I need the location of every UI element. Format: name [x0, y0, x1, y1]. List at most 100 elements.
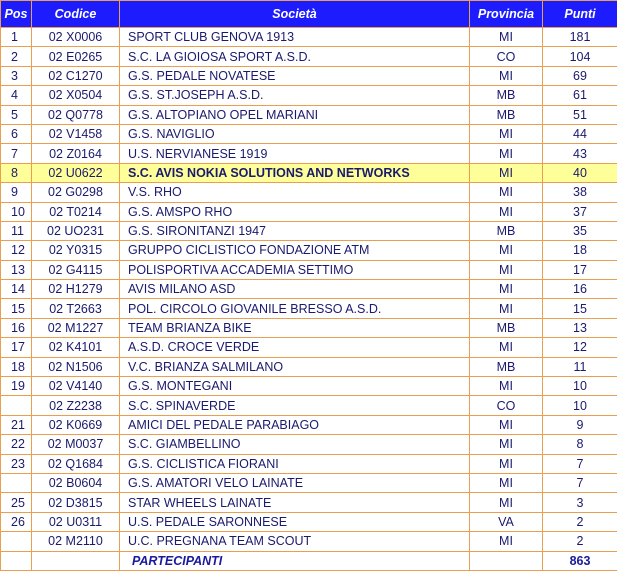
cell-provincia: MI — [469, 376, 543, 397]
cell-pos: 2 — [0, 46, 32, 67]
total-row: PARTECIPANTI 863 — [0, 550, 617, 571]
table-row: 02 Z2238 S.C. SPINAVERDE CO 10 — [0, 395, 617, 416]
cell-provincia: MI — [469, 182, 543, 203]
cell-punti: 10 — [542, 395, 617, 416]
cell-pos: 12 — [0, 240, 32, 261]
cell-punti: 51 — [542, 104, 617, 125]
total-spacer — [469, 550, 543, 571]
cell-pos: 18 — [0, 356, 32, 378]
cell-codice: 02 V4140 — [31, 376, 120, 397]
cell-punti: 38 — [542, 182, 617, 203]
total-value: 863 — [542, 550, 617, 571]
table-row: 26 02 U0311 U.S. PEDALE SARONNESE VA 2 — [0, 511, 617, 533]
cell-codice: 02 T0214 — [31, 201, 120, 222]
cell-punti: 11 — [542, 356, 617, 378]
cell-provincia: VA — [469, 511, 543, 533]
cell-pos: 8 — [0, 162, 32, 184]
cell-societa: S.C. SPINAVERDE — [119, 395, 470, 416]
cell-punti: 37 — [542, 201, 617, 222]
cell-codice: 02 Z0164 — [31, 143, 120, 164]
cell-societa: U.C. PREGNANA TEAM SCOUT — [119, 531, 470, 552]
cell-societa: G.S. AMSPO RHO — [119, 201, 470, 222]
cell-societa: G.S. ALTOPIANO OPEL MARIANI — [119, 104, 470, 125]
cell-provincia: MI — [469, 492, 543, 513]
cell-codice: 02 K4101 — [31, 337, 120, 358]
header-row: Pos Codice Società Provincia Punti — [0, 0, 617, 28]
table-row: 13 02 G4115 POLISPORTIVA ACCADEMIA SETTIMO… — [0, 259, 617, 281]
cell-societa: V.S. RHO — [119, 182, 470, 203]
cell-societa: G.S. ST.JOSEPH A.S.D. — [119, 85, 470, 106]
cell-pos: 22 — [0, 434, 32, 455]
table-header: Pos Codice Società Provincia Punti — [0, 0, 617, 28]
table-row: 8 02 U0622 S.C. AVIS NOKIA SOLUTIONS AND N… — [0, 162, 617, 184]
total-spacer — [31, 550, 120, 571]
header-provincia: Provincia — [469, 0, 543, 28]
table-row: 19 02 V4140 G.S. MONTEGANI MI 10 — [0, 376, 617, 397]
cell-societa: U.S. PEDALE SARONNESE — [119, 511, 470, 533]
cell-punti: 7 — [542, 472, 617, 494]
cell-codice: 02 N1506 — [31, 356, 120, 378]
cell-pos: 3 — [0, 65, 32, 87]
cell-pos: 14 — [0, 279, 32, 300]
cell-pos: 26 — [0, 511, 32, 533]
header-codice: Codice — [31, 0, 120, 28]
cell-punti: 9 — [542, 414, 617, 436]
cell-pos: 13 — [0, 259, 32, 281]
cell-codice: 02 V1458 — [31, 123, 120, 145]
ranking-table: Pos Codice Società Provincia Punti 1 02 X… — [0, 0, 617, 571]
table-row: 17 02 K4101 A.S.D. CROCE VERDE MI 12 — [0, 337, 617, 358]
cell-societa: G.S. NAVIGLIO — [119, 123, 470, 145]
cell-punti: 43 — [542, 143, 617, 164]
cell-societa: G.S. CICLISTICA FIORANI — [119, 453, 470, 474]
cell-pos: 15 — [0, 298, 32, 319]
cell-societa: AMICI DEL PEDALE PARABIAGO — [119, 414, 470, 436]
cell-provincia: MI — [469, 453, 543, 474]
cell-societa: S.C. LA GIOIOSA SPORT A.S.D. — [119, 46, 470, 67]
cell-societa: G.S. AMATORI VELO LAINATE — [119, 472, 470, 494]
table-row: 6 02 V1458 G.S. NAVIGLIO MI 44 — [0, 123, 617, 145]
cell-punti: 12 — [542, 337, 617, 358]
cell-provincia: CO — [469, 395, 543, 416]
table-row: 18 02 N1506 V.C. BRIANZA SALMILANO MB 11 — [0, 356, 617, 378]
cell-pos: 1 — [0, 26, 32, 48]
cell-codice: 02 Q1684 — [31, 453, 120, 474]
cell-societa: V.C. BRIANZA SALMILANO — [119, 356, 470, 378]
cell-codice: 02 G4115 — [31, 259, 120, 281]
cell-codice: 02 M2110 — [31, 531, 120, 552]
cell-punti: 17 — [542, 259, 617, 281]
cell-codice: 02 H1279 — [31, 279, 120, 300]
cell-provincia: MI — [469, 298, 543, 319]
table-row: 7 02 Z0164 U.S. NERVIANESE 1919 MI 43 — [0, 143, 617, 164]
cell-punti: 15 — [542, 298, 617, 319]
table-row: 1 02 X0006 SPORT CLUB GENOVA 1913 MI 181 — [0, 26, 617, 48]
table-row: 22 02 M0037 S.C. GIAMBELLINO MI 8 — [0, 434, 617, 455]
cell-punti: 44 — [542, 123, 617, 145]
table-row: 02 B0604 G.S. AMATORI VELO LAINATE MI 7 — [0, 472, 617, 494]
table-row: 9 02 G0298 V.S. RHO MI 38 — [0, 182, 617, 203]
cell-codice: 02 U0622 — [31, 162, 120, 184]
cell-provincia: MI — [469, 26, 543, 48]
cell-societa: TEAM BRIANZA BIKE — [119, 317, 470, 339]
cell-punti: 35 — [542, 220, 617, 242]
cell-provincia: MI — [469, 162, 543, 184]
cell-provincia: MB — [469, 220, 543, 242]
cell-codice: 02 D3815 — [31, 492, 120, 513]
cell-punti: 13 — [542, 317, 617, 339]
cell-provincia: MI — [469, 279, 543, 300]
table-row: 16 02 M1227 TEAM BRIANZA BIKE MB 13 — [0, 317, 617, 339]
cell-pos: 4 — [0, 85, 32, 106]
cell-provincia: MI — [469, 259, 543, 281]
cell-provincia: MI — [469, 337, 543, 358]
cell-pos: 9 — [0, 182, 32, 203]
total-label: PARTECIPANTI — [119, 550, 470, 571]
cell-societa: A.S.D. CROCE VERDE — [119, 337, 470, 358]
cell-societa: G.S. SIRONITANZI 1947 — [119, 220, 470, 242]
table-row: 23 02 Q1684 G.S. CICLISTICA FIORANI MI 7 — [0, 453, 617, 474]
cell-punti: 69 — [542, 65, 617, 87]
table-row: 25 02 D3815 STAR WHEELS LAINATE MI 3 — [0, 492, 617, 513]
cell-codice: 02 E0265 — [31, 46, 120, 67]
cell-codice: 02 X0006 — [31, 26, 120, 48]
cell-provincia: MB — [469, 356, 543, 378]
cell-societa: S.C. AVIS NOKIA SOLUTIONS AND NETWORKS — [119, 162, 470, 184]
cell-pos: 6 — [0, 123, 32, 145]
